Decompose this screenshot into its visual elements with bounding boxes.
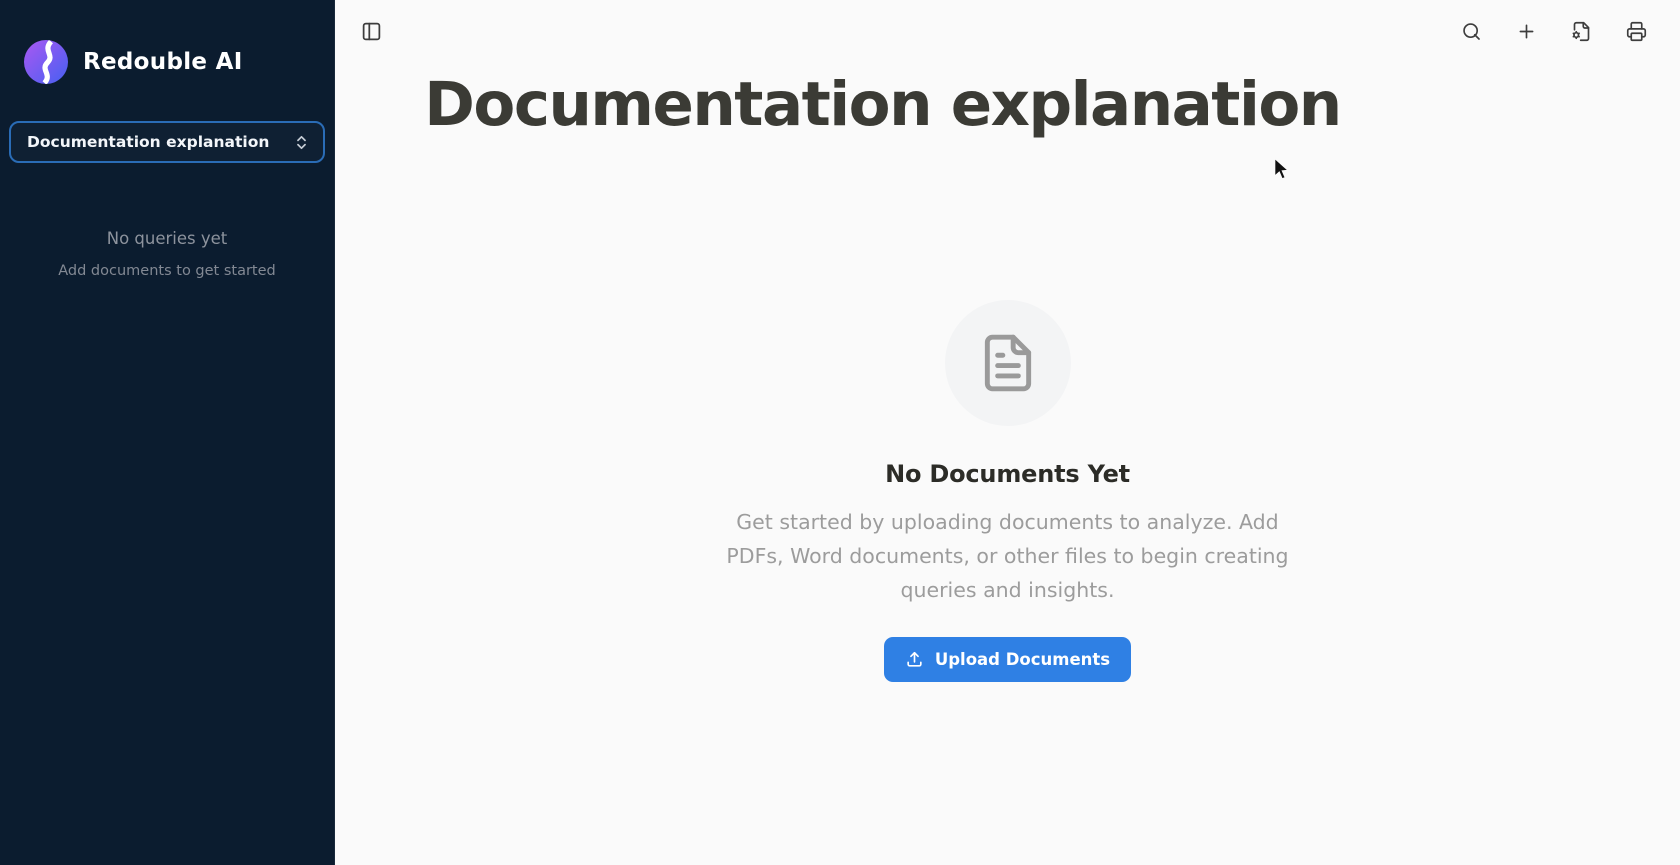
chevrons-up-down-icon (293, 134, 310, 151)
empty-state: No Documents Yet Get started by uploadin… (335, 300, 1680, 682)
sidebar-empty-state: No queries yet Add documents to get star… (0, 229, 334, 279)
file-text-icon (977, 332, 1039, 394)
redouble-logo-icon (24, 40, 68, 84)
sidebar: Redouble AI Documentation explanation No… (0, 0, 335, 865)
brand: Redouble AI (0, 0, 334, 84)
upload-documents-label: Upload Documents (935, 650, 1110, 669)
upload-icon (905, 650, 924, 669)
add-button[interactable] (1516, 21, 1537, 42)
printer-icon (1626, 21, 1647, 42)
empty-state-title: No Documents Yet (885, 460, 1130, 488)
project-selector-value: Documentation explanation (27, 133, 269, 151)
empty-state-description: Get started by uploading documents to an… (725, 505, 1290, 607)
topbar-actions (1461, 21, 1647, 42)
main-panel: Documentation explanation No Documents Y… (335, 0, 1680, 865)
plus-icon (1516, 21, 1537, 42)
search-button[interactable] (1461, 21, 1482, 42)
upload-documents-button[interactable]: Upload Documents (884, 637, 1131, 682)
print-button[interactable] (1626, 21, 1647, 42)
panel-left-icon (361, 21, 382, 42)
sidebar-empty-title: No queries yet (0, 229, 334, 248)
project-selector[interactable]: Documentation explanation (9, 121, 325, 163)
empty-state-illustration (945, 300, 1071, 426)
toggle-sidebar-button[interactable] (361, 21, 382, 42)
file-cog-icon (1571, 21, 1592, 42)
brand-name: Redouble AI (83, 49, 243, 75)
sidebar-empty-subtitle: Add documents to get started (0, 263, 334, 279)
title-row: Documentation explanation (335, 70, 1680, 140)
topbar (335, 0, 1680, 62)
page-title: Documentation explanation (335, 70, 1430, 140)
file-settings-button[interactable] (1571, 21, 1592, 42)
search-icon (1461, 21, 1482, 42)
